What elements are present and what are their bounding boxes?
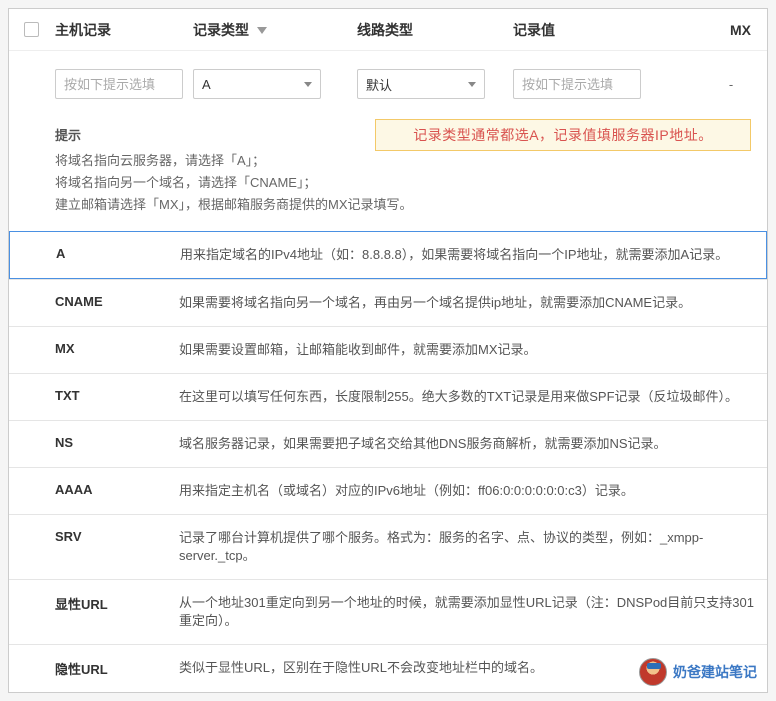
record-type-list: A用来指定域名的IPv4地址（如：8.8.8.8），如果需要将域名指向一个IP地…: [9, 231, 767, 692]
record-row-srv[interactable]: SRV记录了哪台计算机提供了哪个服务。格式为：服务的名字、点、协议的类型，例如：…: [9, 514, 767, 579]
mx-value: -: [729, 77, 733, 92]
record-type-label: SRV: [55, 529, 179, 565]
watermark: 奶爸建站笔记: [639, 658, 757, 686]
record-desc: 从一个地址301重定向到另一个地址的时候，就需要添加显性URL记录（注：DNSP…: [179, 594, 755, 630]
record-row-aaaa[interactable]: AAAA用来指定主机名（或域名）对应的IPv6地址（例如：ff06:0:0:0:…: [9, 467, 767, 514]
header-record-value[interactable]: 记录值: [513, 20, 699, 40]
host-record-input[interactable]: [55, 69, 183, 99]
record-row-cname[interactable]: CNAME如果需要将域名指向另一个域名，再由另一个域名提供ip地址，就需要添加C…: [9, 279, 767, 326]
record-row-a[interactable]: A用来指定域名的IPv4地址（如：8.8.8.8），如果需要将域名指向一个IP地…: [9, 231, 767, 279]
record-type-label: 隐性URL: [55, 659, 179, 678]
record-type-label: NS: [55, 435, 179, 453]
dns-record-panel: 主机记录 记录类型 线路类型 记录值 MX A 默认: [8, 8, 768, 693]
record-row-txt[interactable]: TXT在这里可以填写任何东西，长度限制255。绝大多数的TXT记录是用来做SPF…: [9, 373, 767, 420]
record-type-label: TXT: [55, 388, 179, 406]
record-desc: 如果需要设置邮箱，让邮箱能收到邮件，就需要添加MX记录。: [179, 341, 537, 359]
avatar-icon: [639, 658, 667, 686]
header-record-type-label: 记录类型: [193, 22, 249, 38]
record-desc: 类似于显性URL，区别在于隐性URL不会改变地址栏中的域名。: [179, 659, 543, 678]
line-type-select[interactable]: 默认: [357, 69, 485, 99]
select-all-checkbox[interactable]: [24, 22, 39, 37]
record-type-select[interactable]: A: [193, 69, 321, 99]
record-type-label: AAAA: [55, 482, 179, 500]
record-row-ns[interactable]: NS域名服务器记录，如果需要把子域名交给其他DNS服务商解析，就需要添加NS记录…: [9, 420, 767, 467]
record-row-mx[interactable]: MX如果需要设置邮箱，让邮箱能收到邮件，就需要添加MX记录。: [9, 326, 767, 373]
header-checkbox-cell: [13, 22, 49, 37]
header-line-type[interactable]: 线路类型: [357, 20, 513, 40]
chevron-down-icon: [304, 82, 312, 87]
filter-icon: [257, 27, 267, 34]
record-type-label: 显性URL: [55, 594, 179, 630]
header-mx[interactable]: MX: [699, 22, 763, 38]
new-record-row: A 默认 -: [9, 51, 767, 117]
watermark-text: 奶爸建站笔记: [673, 662, 757, 682]
header-record-type[interactable]: 记录类型: [193, 20, 357, 40]
chevron-down-icon: [468, 82, 476, 87]
record-desc: 域名服务器记录，如果需要把子域名交给其他DNS服务商解析，就需要添加NS记录。: [179, 435, 667, 453]
record-desc: 用来指定域名的IPv4地址（如：8.8.8.8），如果需要将域名指向一个IP地址…: [180, 246, 728, 264]
record-type-label: CNAME: [55, 294, 179, 312]
record-desc: 用来指定主机名（或域名）对应的IPv6地址（例如：ff06:0:0:0:0:0:…: [179, 482, 634, 500]
hint-line-3: 建立邮箱请选择「MX」，根据邮箱服务商提供的MX记录填写。: [55, 194, 751, 216]
record-row-显性url[interactable]: 显性URL从一个地址301重定向到另一个地址的时候，就需要添加显性URL记录（注…: [9, 579, 767, 644]
callout-banner: 记录类型通常都选A，记录值填服务器IP地址。: [375, 119, 751, 151]
hint-line-1: 将域名指向云服务器，请选择「A」；: [55, 150, 751, 172]
header-host[interactable]: 主机记录: [49, 20, 193, 40]
record-type-label: A: [56, 246, 180, 264]
record-type-label: MX: [55, 341, 179, 359]
table-header: 主机记录 记录类型 线路类型 记录值 MX: [9, 9, 767, 51]
record-value-input[interactable]: [513, 69, 641, 99]
hint-block: 记录类型通常都选A，记录值填服务器IP地址。 提示 将域名指向云服务器，请选择「…: [9, 117, 767, 232]
hint-line-2: 将域名指向另一个域名，请选择「CNAME」；: [55, 172, 751, 194]
record-desc: 在这里可以填写任何东西，长度限制255。绝大多数的TXT记录是用来做SPF记录（…: [179, 388, 738, 406]
record-type-value: A: [202, 77, 211, 92]
record-desc: 如果需要将域名指向另一个域名，再由另一个域名提供ip地址，就需要添加CNAME记…: [179, 294, 691, 312]
record-desc: 记录了哪台计算机提供了哪个服务。格式为：服务的名字、点、协议的类型，例如：_xm…: [179, 529, 755, 565]
line-type-value: 默认: [366, 75, 392, 94]
